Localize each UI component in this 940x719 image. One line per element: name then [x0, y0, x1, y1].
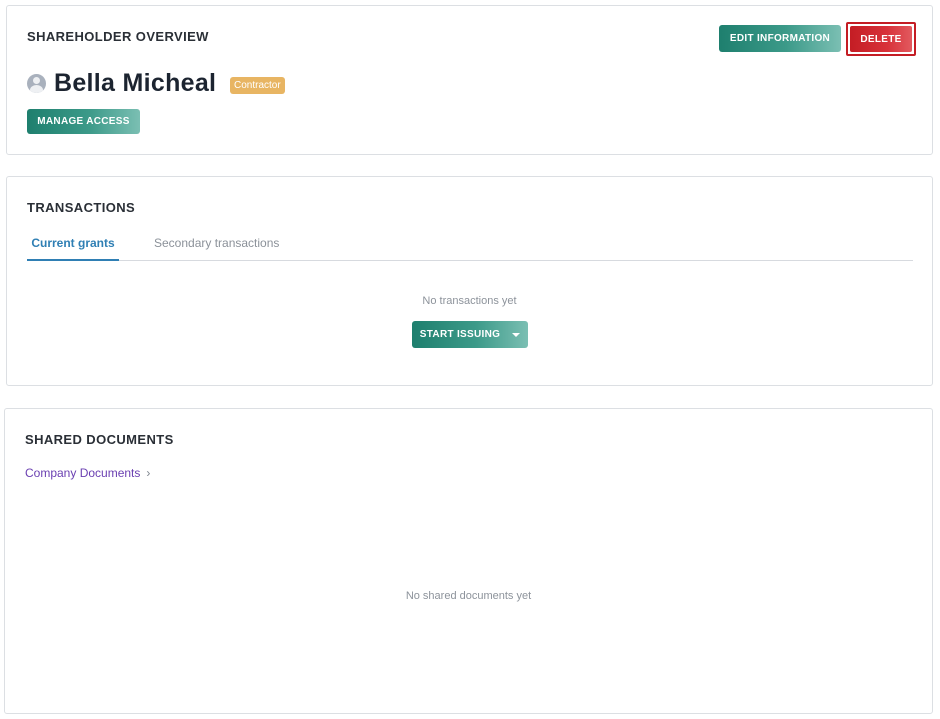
transactions-tabs: Current grants Secondary transactions [27, 232, 913, 261]
chevron-right-icon: › [146, 466, 151, 480]
start-issuing-label: START ISSUING [419, 329, 501, 340]
shared-documents-card: SHARED DOCUMENTS Company Documents › No … [4, 408, 933, 714]
documents-empty-state: No shared documents yet [405, 590, 532, 602]
shareholder-overview-card: SHAREHOLDER OVERVIEW EDIT INFORMATION DE… [6, 5, 933, 155]
shareholder-name: Bella Micheal [54, 69, 217, 97]
documents-title: SHARED DOCUMENTS [25, 432, 174, 447]
edit-information-button[interactable]: EDIT INFORMATION [719, 25, 841, 52]
delete-button[interactable]: DELETE [850, 26, 912, 52]
transactions-title: TRANSACTIONS [27, 200, 136, 215]
company-documents-label: Company Documents [25, 466, 141, 480]
start-issuing-button[interactable]: START ISSUING [412, 321, 528, 348]
overview-title: SHAREHOLDER OVERVIEW [27, 29, 209, 44]
role-badge: Contractor [230, 77, 285, 94]
delete-button-focus-ring: DELETE [846, 22, 916, 56]
tab-current-grants[interactable]: Current grants [27, 236, 119, 261]
manage-access-button[interactable]: MANAGE ACCESS [27, 109, 140, 134]
transactions-card: TRANSACTIONS Current grants Secondary tr… [6, 176, 933, 386]
transactions-empty-state: No transactions yet [422, 295, 517, 307]
caret-down-icon [512, 333, 521, 337]
user-avatar-icon [27, 74, 46, 93]
tab-secondary-transactions[interactable]: Secondary transactions [154, 236, 279, 250]
company-documents-link[interactable]: Company Documents › [25, 466, 150, 480]
